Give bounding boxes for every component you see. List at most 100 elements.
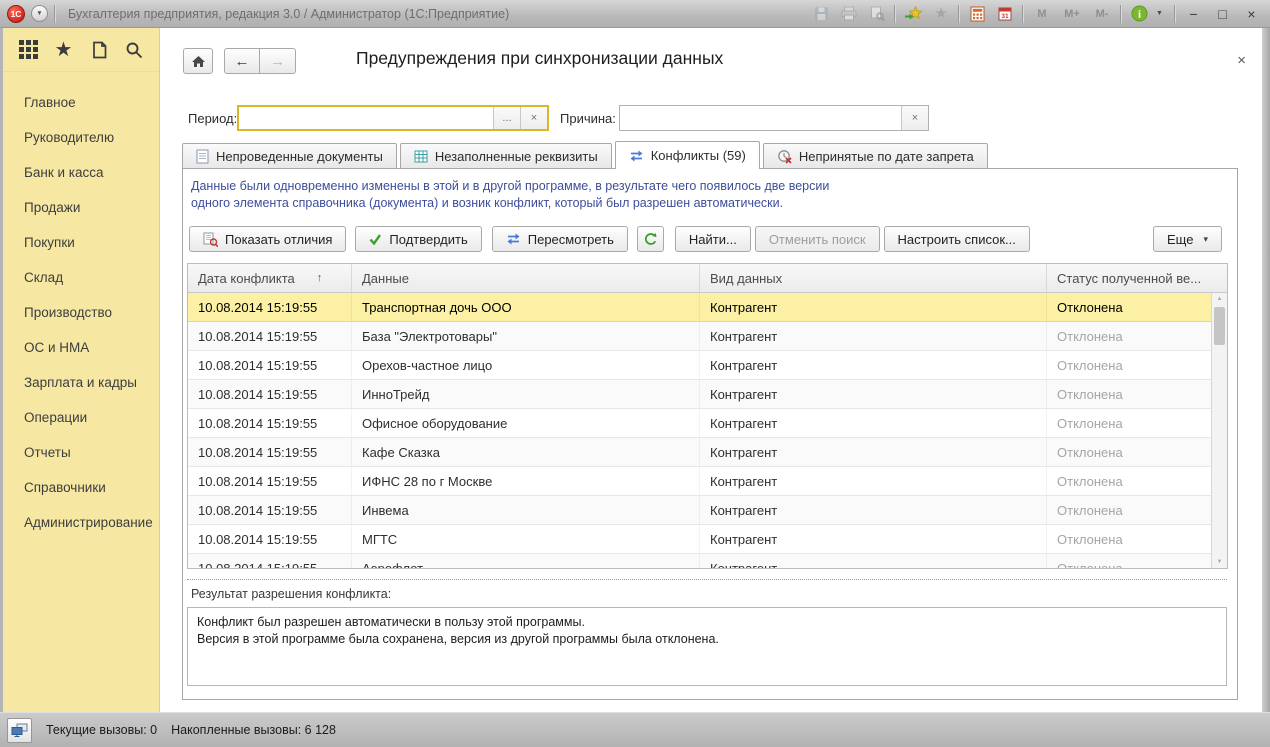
more-button[interactable]: Еще ▾ xyxy=(1153,226,1222,252)
menu-grid-icon[interactable] xyxy=(16,37,42,63)
calculator-icon[interactable] xyxy=(966,3,988,25)
current-calls-text: Текущие вызовы: 0 xyxy=(46,723,157,737)
sections-sidebar: ★ ГлавноеРуководителюБанк и кассаПродажи… xyxy=(3,28,160,712)
vertical-scrollbar[interactable]: ▲ ▼ xyxy=(1211,293,1227,568)
column-header-date[interactable]: Дата конфликта ↑ xyxy=(188,264,352,292)
tab-label: Незаполненные реквизиты xyxy=(435,149,598,164)
sidebar-item[interactable]: Банк и касса xyxy=(3,155,159,190)
cell-kind: Контрагент xyxy=(700,525,1047,553)
review-button[interactable]: Пересмотреть xyxy=(492,226,628,252)
page-title: Предупреждения при синхронизации данных xyxy=(356,48,723,69)
table-row[interactable]: 10.08.2014 15:19:55ИнноТрейдКонтрагентОт… xyxy=(188,380,1227,409)
show-differences-button[interactable]: Показать отличия xyxy=(189,226,346,252)
sidebar-item[interactable]: Покупки xyxy=(3,225,159,260)
cell-data: ИФНС 28 по г Москве xyxy=(352,467,700,495)
tab-unfilled-attributes[interactable]: Незаполненные реквизиты xyxy=(400,143,612,169)
cell-date: 10.08.2014 15:19:55 xyxy=(188,467,352,495)
hint-line-2: одного элемента справочника (документа) … xyxy=(191,195,829,212)
cell-data: Кафе Сказка xyxy=(352,438,700,466)
button-label: Еще xyxy=(1167,232,1193,247)
table-row[interactable]: 10.08.2014 15:19:55База "Электротовары"К… xyxy=(188,322,1227,351)
cell-data: Транспортная дочь ООО xyxy=(352,293,700,321)
main-menu-dropdown-button[interactable]: ▼ xyxy=(31,5,48,22)
sidebar-item[interactable]: Склад xyxy=(3,260,159,295)
find-button[interactable]: Найти... xyxy=(675,226,751,252)
scroll-up-icon[interactable]: ▲ xyxy=(1212,296,1227,302)
tab-unposted-documents[interactable]: Непроведенные документы xyxy=(182,143,397,169)
scroll-down-icon[interactable]: ▼ xyxy=(1212,559,1227,565)
favorites-star-icon[interactable]: ★ xyxy=(51,37,77,63)
titlebar-separator xyxy=(1022,5,1024,23)
sidebar-item[interactable]: Зарплата и кадры xyxy=(3,365,159,400)
period-choose-button[interactable]: ... xyxy=(493,107,520,129)
form-close-icon[interactable]: × xyxy=(1237,52,1246,69)
scrollbar-thumb[interactable] xyxy=(1214,307,1225,345)
close-button[interactable]: × xyxy=(1240,3,1263,25)
server-calls-button[interactable] xyxy=(7,718,32,743)
sidebar-item[interactable]: Главное xyxy=(3,85,159,120)
sidebar-item[interactable]: Продажи xyxy=(3,190,159,225)
svg-text:i: i xyxy=(1137,9,1140,21)
reason-input[interactable] xyxy=(620,106,901,130)
refresh-button[interactable] xyxy=(637,226,664,252)
add-to-favorites-icon[interactable] xyxy=(902,3,924,25)
cell-data: ИнноТрейд xyxy=(352,380,700,408)
table-row[interactable]: 10.08.2014 15:19:55Транспортная дочь ООО… xyxy=(188,293,1227,322)
table-row[interactable]: 10.08.2014 15:19:55ИФНС 28 по г МосквеКо… xyxy=(188,467,1227,496)
history-icon[interactable] xyxy=(86,37,112,63)
confirm-button[interactable]: Подтвердить xyxy=(355,226,481,252)
search-icon[interactable] xyxy=(121,37,147,63)
tab-conflicts[interactable]: Конфликты (59) xyxy=(615,141,760,169)
cell-kind: Контрагент xyxy=(700,380,1047,408)
minimize-button[interactable]: − xyxy=(1182,3,1205,25)
configure-list-button[interactable]: Настроить список... xyxy=(884,226,1030,252)
column-header-data[interactable]: Данные xyxy=(352,264,700,292)
period-clear-icon[interactable]: × xyxy=(520,107,547,129)
chevron-down-icon: ▾ xyxy=(1203,234,1208,245)
table-row[interactable]: 10.08.2014 15:19:55Кафе СказкаКонтрагент… xyxy=(188,438,1227,467)
table-row[interactable]: 10.08.2014 15:19:55АэрофлотКонтрагентОтк… xyxy=(188,554,1227,569)
reason-field: × xyxy=(619,105,929,131)
favorites-icon: ★ xyxy=(930,3,952,25)
memory-plus-icon: M+ xyxy=(1060,8,1084,20)
reason-clear-icon[interactable]: × xyxy=(901,106,928,130)
titlebar-separator xyxy=(1174,5,1176,23)
conflict-hint: Данные были одновременно изменены в этой… xyxy=(191,178,829,212)
button-label: Настроить список... xyxy=(898,232,1016,247)
column-header-status[interactable]: Статус полученной ве... xyxy=(1047,264,1212,292)
sidebar-item[interactable]: ОС и НМА xyxy=(3,330,159,365)
table-row[interactable]: 10.08.2014 15:19:55МГТСКонтрагентОтклоне… xyxy=(188,525,1227,554)
back-button[interactable]: ← xyxy=(224,48,260,74)
tab-rejected-by-date[interactable]: Непринятые по дате запрета xyxy=(763,143,988,169)
button-label: Найти... xyxy=(689,232,737,247)
window-title: Бухгалтерия предприятия, редакция 3.0 / … xyxy=(68,7,804,21)
maximize-button[interactable]: □ xyxy=(1211,3,1234,25)
cell-date: 10.08.2014 15:19:55 xyxy=(188,525,352,553)
info-dropdown-icon[interactable]: ▼ xyxy=(1156,10,1168,17)
column-header-kind[interactable]: Вид данных xyxy=(700,264,1047,292)
sidebar-item[interactable]: Отчеты xyxy=(3,435,159,470)
cell-kind: Контрагент xyxy=(700,322,1047,350)
monitors-icon xyxy=(11,723,28,738)
sidebar-item[interactable]: Справочники xyxy=(3,470,159,505)
sync-conflict-icon xyxy=(629,149,644,163)
conflicts-toolbar: Показать отличия Подтвердить Пересмотрет… xyxy=(189,225,1222,253)
cell-date: 10.08.2014 15:19:55 xyxy=(188,351,352,379)
sidebar-item[interactable]: Руководителю xyxy=(3,120,159,155)
cell-kind: Контрагент xyxy=(700,554,1047,569)
splitter-handle[interactable] xyxy=(187,579,1227,580)
conflict-result-box[interactable]: Конфликт был разрешен автоматически в по… xyxy=(187,607,1227,686)
table-row[interactable]: 10.08.2014 15:19:55Офисное оборудованиеК… xyxy=(188,409,1227,438)
sidebar-item[interactable]: Администрирование xyxy=(3,505,159,540)
period-input[interactable] xyxy=(239,107,493,129)
calendar-icon[interactable]: 31 xyxy=(994,3,1016,25)
home-button[interactable] xyxy=(183,48,213,74)
cell-status: Отклонена xyxy=(1047,496,1212,524)
sidebar-item[interactable]: Операции xyxy=(3,400,159,435)
sidebar-item[interactable]: Производство xyxy=(3,295,159,330)
info-icon[interactable]: i xyxy=(1128,3,1150,25)
cell-kind: Контрагент xyxy=(700,409,1047,437)
table-row[interactable]: 10.08.2014 15:19:55Орехов-частное лицоКо… xyxy=(188,351,1227,380)
window-border-right xyxy=(1262,28,1270,712)
table-row[interactable]: 10.08.2014 15:19:55ИнвемаКонтрагентОткло… xyxy=(188,496,1227,525)
